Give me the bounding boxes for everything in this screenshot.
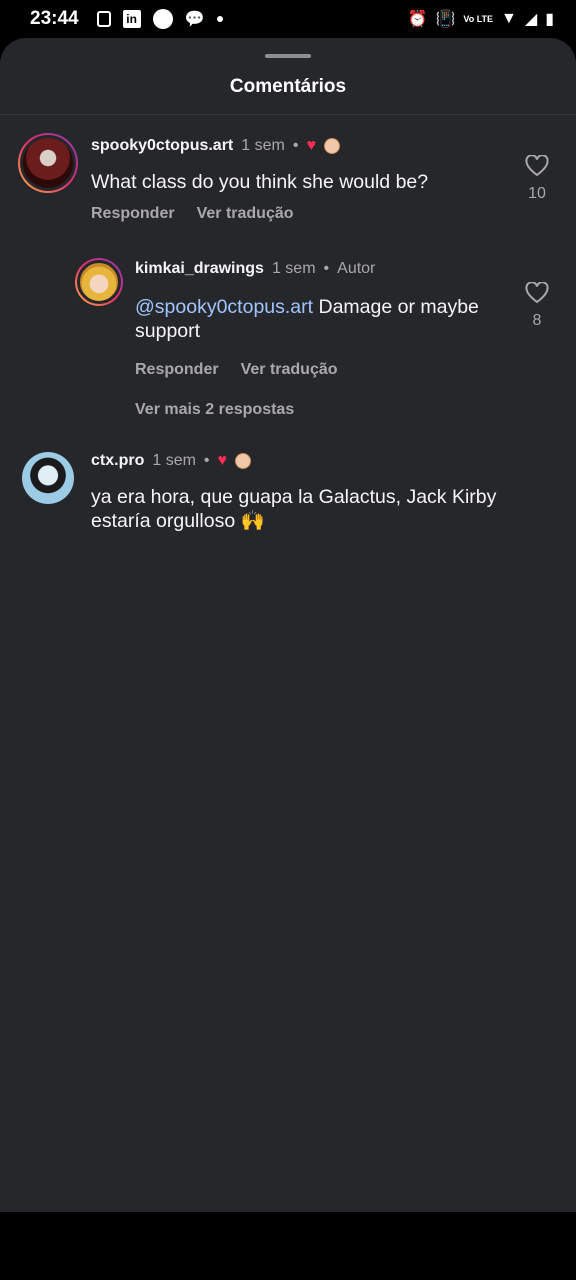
view-more-replies-button[interactable]: Ver mais 2 respostas bbox=[135, 401, 294, 419]
username[interactable]: kimkai_drawings bbox=[135, 260, 264, 278]
translate-button[interactable]: Ver tradução bbox=[197, 205, 294, 223]
like-count: 10 bbox=[528, 185, 546, 202]
avatar[interactable] bbox=[75, 258, 123, 306]
username[interactable]: spooky0ctopus.art bbox=[91, 137, 233, 155]
like-control[interactable]: 8 bbox=[520, 282, 554, 330]
avatar[interactable] bbox=[22, 452, 74, 504]
signal-icon: ◢ bbox=[524, 11, 538, 28]
username[interactable]: ctx.pro bbox=[91, 452, 144, 470]
mention-link[interactable]: @spooky0ctopus.art bbox=[135, 296, 313, 318]
notification-circle-icon bbox=[152, 9, 173, 29]
like-count: 8 bbox=[532, 312, 542, 329]
battery-icon: ▮ bbox=[545, 11, 554, 28]
chat-bubble-icon: 💬 bbox=[184, 11, 205, 28]
sheet-title: Comentários bbox=[229, 76, 347, 97]
wifi-icon: ▼ bbox=[501, 10, 517, 27]
reply-button[interactable]: Responder bbox=[135, 361, 219, 379]
volte-icon: Vo LTE bbox=[463, 13, 494, 24]
creator-avatar bbox=[235, 453, 252, 469]
status-bar: 23:44 in 💬 ⏰ 📳 Vo LTE ▼ ◢ ▮ bbox=[0, 0, 576, 38]
comment-text: ya era hora, que guapa la Galactus, Jack… bbox=[91, 486, 497, 532]
comment-text: What class do you think she would be? bbox=[91, 171, 429, 193]
drag-handle[interactable] bbox=[265, 54, 311, 58]
creator-liked-heart-icon: ♥ bbox=[217, 452, 228, 469]
status-time: 23:44 bbox=[30, 8, 79, 29]
vibrate-icon: 📳 bbox=[435, 11, 456, 28]
comment-time: 1 sem bbox=[271, 260, 316, 277]
alarm-icon: ⏰ bbox=[407, 11, 428, 28]
shopping-bag-icon bbox=[96, 11, 111, 27]
linkedin-icon: in bbox=[122, 10, 141, 28]
translate-button[interactable]: Ver tradução bbox=[241, 361, 338, 379]
comment-time: 1 sem bbox=[241, 137, 285, 154]
heart-outline-icon[interactable] bbox=[525, 155, 549, 177]
more-notifications-icon bbox=[216, 16, 223, 22]
author-badge: Autor bbox=[337, 260, 376, 277]
creator-liked-heart-icon: ♥ bbox=[306, 137, 316, 154]
avatar[interactable] bbox=[18, 133, 78, 193]
reply-button[interactable]: Responder bbox=[91, 205, 175, 223]
heart-outline-icon[interactable] bbox=[525, 282, 549, 304]
comments-list[interactable]: spooky0ctopus.art 1 sem • ♥ What class d… bbox=[0, 115, 576, 1075]
comment-time: 1 sem bbox=[152, 452, 196, 469]
creator-avatar bbox=[323, 138, 340, 154]
like-control[interactable]: 10 bbox=[520, 155, 554, 203]
comment-text: @spooky0ctopus.art Damage or maybe suppo… bbox=[135, 296, 479, 342]
comments-sheet: Comentários spooky0ctopus.art 1 sem • ♥ … bbox=[0, 38, 576, 1212]
